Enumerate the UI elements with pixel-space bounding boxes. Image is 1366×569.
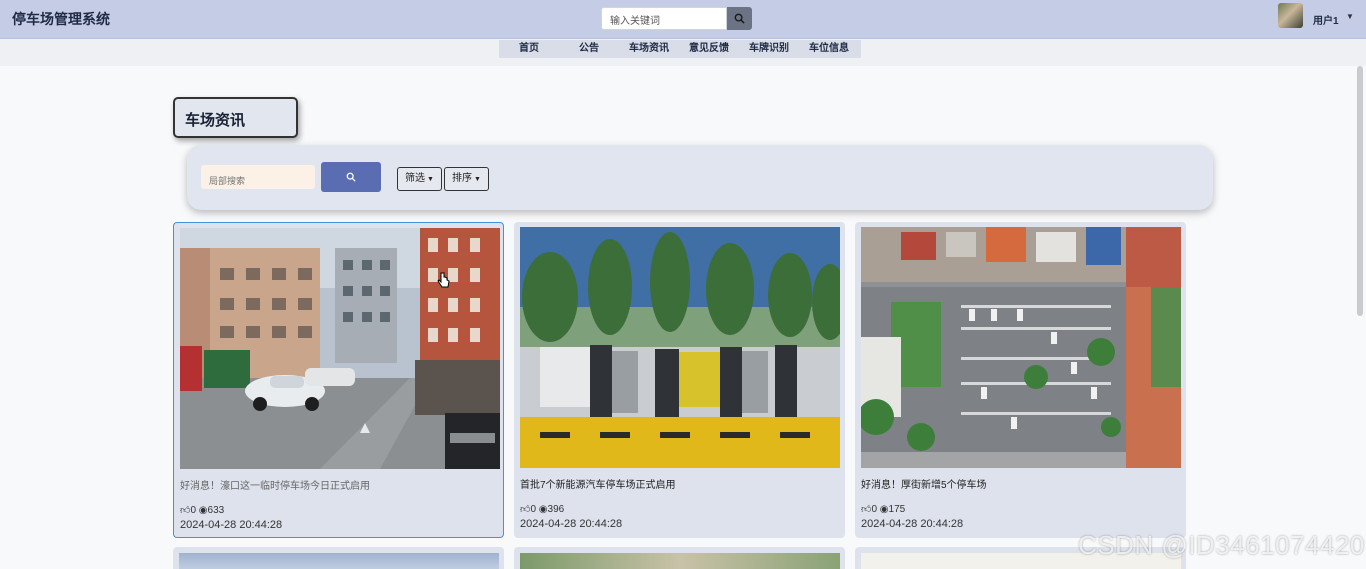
nav-item-announcements[interactable]: 公告 xyxy=(559,40,619,58)
news-card-date: 2024-04-28 20:44:28 xyxy=(861,518,964,530)
view-count: 633 xyxy=(207,505,225,516)
mouse-pointer-icon xyxy=(437,272,450,288)
nav-item-home[interactable]: 首页 xyxy=(499,40,559,58)
user-menu-label[interactable]: 用户1 xyxy=(1313,12,1339,27)
global-search-input[interactable] xyxy=(601,7,727,30)
eye-icon: ◉ xyxy=(538,504,548,515)
news-card-date: 2024-04-28 20:44:28 xyxy=(520,518,623,530)
news-card-title[interactable]: 好消息！濠口这一临时停车场今日正式启用 xyxy=(180,477,370,492)
filter-dropdown[interactable]: 筛选 ▼ xyxy=(397,167,442,191)
like-count: 0 xyxy=(871,504,878,515)
global-search-button[interactable] xyxy=(727,7,752,30)
caret-down-icon: ▼ xyxy=(474,176,481,183)
sort-dropdown[interactable]: 排序 ▼ xyxy=(444,167,489,191)
search-icon xyxy=(734,13,745,24)
thumbs-up-icon[interactable]: 👍︎ xyxy=(520,504,530,515)
like-count: 0 xyxy=(190,505,197,516)
news-card-stats: 👍︎0 ◉633 xyxy=(180,504,224,516)
thumbs-up-icon[interactable]: 👍︎ xyxy=(861,504,871,515)
filter-dropdown-label: 筛选 xyxy=(405,173,425,184)
local-search-button[interactable] xyxy=(321,162,381,192)
news-card-image[interactable] xyxy=(520,227,840,468)
page-scrollbar[interactable] xyxy=(1357,66,1363,316)
news-card-date: 2024-04-28 20:44:28 xyxy=(180,519,283,531)
watermark: CSDN @ID3461074420 xyxy=(1078,530,1365,560)
page-title: 车场资讯 xyxy=(185,112,246,129)
news-card-title[interactable]: 首批7个新能源汽车停车场正式启用 xyxy=(520,476,676,491)
news-card-image[interactable] xyxy=(180,228,500,469)
page-title-box: 车场资讯 xyxy=(173,97,298,138)
thumbs-up-icon[interactable]: 👍︎ xyxy=(180,505,190,516)
caret-down-icon: ▼ xyxy=(427,176,434,183)
nav-item-parking-news[interactable]: 车场资讯 xyxy=(619,40,679,58)
news-card-image[interactable] xyxy=(179,553,499,569)
local-search-input[interactable] xyxy=(201,165,315,189)
main-nav: 首页 公告 车场资讯 意见反馈 车牌识别 车位信息 xyxy=(499,40,861,58)
nav-item-space-info[interactable]: 车位信息 xyxy=(799,40,859,58)
news-card[interactable] xyxy=(173,547,504,569)
news-card-stats: 👍︎0 ◉175 xyxy=(861,503,905,515)
news-card[interactable]: 好消息！厚街新增5个停车场 👍︎0 ◉175 2024-04-28 20:44:… xyxy=(855,222,1186,538)
news-card-image[interactable] xyxy=(520,553,840,569)
nav-item-feedback[interactable]: 意见反馈 xyxy=(679,40,739,58)
news-card-image[interactable] xyxy=(861,227,1181,468)
site-brand[interactable]: 停车场管理系统 xyxy=(12,9,110,29)
view-count: 175 xyxy=(888,504,906,515)
sort-dropdown-label: 排序 xyxy=(452,173,472,184)
news-card-stats: 👍︎0 ◉396 xyxy=(520,503,564,515)
eye-icon: ◉ xyxy=(198,505,208,516)
search-icon xyxy=(346,172,356,182)
chevron-down-icon[interactable]: ▼ xyxy=(1346,12,1354,21)
nav-item-plate-recognition[interactable]: 车牌识别 xyxy=(739,40,799,58)
eye-icon: ◉ xyxy=(879,504,889,515)
news-card[interactable]: 好消息！濠口这一临时停车场今日正式启用 👍︎0 ◉633 2024-04-28 … xyxy=(173,222,504,538)
news-card[interactable]: 首批7个新能源汽车停车场正式启用 👍︎0 ◉396 2024-04-28 20:… xyxy=(514,222,845,538)
news-card-title[interactable]: 好消息！厚街新增5个停车场 xyxy=(861,476,987,491)
like-count: 0 xyxy=(530,504,537,515)
news-card[interactable] xyxy=(514,547,845,569)
avatar[interactable] xyxy=(1278,3,1303,28)
view-count: 396 xyxy=(547,504,565,515)
